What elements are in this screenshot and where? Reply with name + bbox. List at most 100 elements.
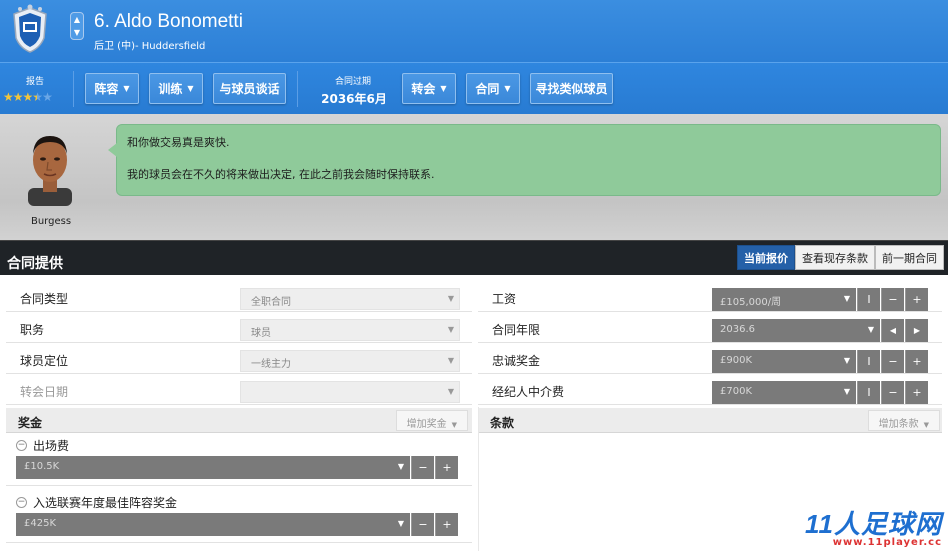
agent-fee-decrease-button[interactable]: −	[881, 381, 904, 404]
transfer-date-select[interactable]: ▼	[240, 381, 460, 403]
player-stepper[interactable]: ▲ ▼	[70, 12, 84, 40]
contract-length-left-button[interactable]: ◀	[881, 319, 904, 342]
contract-offer-title: 合同提供	[7, 256, 63, 272]
contract-expiry-label: 合同过期	[334, 77, 371, 87]
player-toolbar: 报告 ★★★★★ 阵容 ▼ 训练 ▼ 与球员谈话 合同过期 2036年6月 转会…	[0, 62, 948, 114]
message-line-1: 和你做交易真是爽快.	[127, 136, 230, 149]
contract-length-select[interactable]: 2036.6 ▼	[712, 319, 880, 342]
agent-fee-increase-button[interactable]: +	[905, 381, 928, 404]
bonuses-header: 奖金 增加奖金 ▼	[6, 408, 472, 433]
add-clause-button[interactable]: 增加条款 ▼	[867, 410, 940, 431]
appearance-fee-select[interactable]: £10.5K ▼	[16, 456, 410, 479]
add-clause-label: 增加条款	[878, 419, 919, 430]
job-select[interactable]: 球员 ▼	[240, 319, 460, 341]
transfer-date-row: 转会日期 ▼	[6, 374, 472, 405]
agent-portrait-icon	[28, 136, 72, 206]
collapse-icon[interactable]: −	[16, 497, 27, 508]
site-watermark: 11人足球网 www.11player.cc	[805, 504, 942, 548]
agent-name: Burgess	[30, 216, 72, 227]
agent-fee-text-cursor-button[interactable]: I	[857, 381, 880, 404]
contract-length-label: 合同年限	[492, 323, 541, 337]
chevron-down-icon: ▼	[447, 294, 454, 303]
star-full-icon: ★	[12, 90, 24, 104]
loyalty-text-cursor-button[interactable]: I	[857, 350, 880, 373]
player-header: ▲ ▼ 6. Aldo Bonometti 后卫 (中)- Huddersfie…	[0, 0, 948, 62]
agent-fee-select[interactable]: £700K ▼	[712, 381, 856, 404]
contract-length-value: 2036.6	[720, 324, 755, 335]
collapse-icon[interactable]: −	[16, 440, 27, 451]
chevron-down-icon: ▼	[923, 421, 929, 429]
add-bonus-button[interactable]: 增加奖金 ▼	[395, 410, 468, 431]
chevron-down-icon: ▼	[447, 325, 454, 334]
wage-select[interactable]: £105,000/周 ▼	[712, 288, 856, 311]
squad-button[interactable]: 阵容 ▼	[85, 73, 139, 104]
training-button-label: 训练	[158, 82, 183, 96]
chevron-down-icon: ▼	[843, 356, 850, 365]
contract-button[interactable]: 合同 ▼	[466, 73, 520, 104]
talk-to-player-button[interactable]: 与球员谈话	[213, 73, 286, 104]
appearance-fee-label: 出场费	[33, 439, 70, 453]
tab-existing-terms[interactable]: 查看现存条款	[795, 245, 875, 270]
chevron-down-icon: ▼	[397, 462, 404, 471]
contract-length-row: 合同年限 2036.6 ▼ ◀ ▶	[478, 312, 942, 343]
team-of-year-increase-button[interactable]: +	[435, 513, 458, 536]
squad-status-select[interactable]: 一线主力 ▼	[240, 350, 460, 372]
add-bonus-label: 增加奖金	[406, 419, 447, 430]
star-empty-icon: ★	[42, 90, 53, 104]
clauses-title: 条款	[490, 416, 515, 430]
divider	[6, 485, 472, 486]
agent-fee-row: 经纪人中介费 £700K ▼ I − +	[478, 374, 942, 405]
find-similar-label: 寻找类似球员	[535, 82, 608, 96]
loyalty-bonus-value: £900K	[720, 355, 753, 366]
team-of-year-bonus-select[interactable]: £425K ▼	[16, 513, 410, 536]
squad-button-label: 阵容	[94, 82, 119, 96]
toolbar-divider	[297, 71, 298, 107]
find-similar-players-button[interactable]: 寻找类似球员	[530, 73, 613, 104]
agent-fee-label: 经纪人中介费	[492, 385, 565, 399]
appearance-fee-label-row: − 出场费	[16, 437, 69, 454]
training-button[interactable]: 训练 ▼	[149, 73, 203, 104]
wage-row: 工资 £105,000/周 ▼ I − +	[478, 281, 942, 312]
contract-type-row: 合同类型 全职合同 ▼	[6, 281, 472, 312]
appearance-fee-increase-button[interactable]: +	[435, 456, 458, 479]
tab-previous-contract[interactable]: 前一期合同	[875, 245, 944, 270]
transfer-date-label: 转会日期	[20, 385, 69, 399]
job-label: 职务	[20, 323, 45, 337]
wage-decrease-button[interactable]: −	[881, 288, 904, 311]
wage-value: £105,000/周	[720, 297, 782, 308]
loyalty-bonus-label: 忠诚奖金	[492, 354, 541, 368]
team-of-year-decrease-button[interactable]: −	[411, 513, 434, 536]
contract-type-label: 合同类型	[20, 292, 69, 306]
star-full-icon: ★	[22, 90, 34, 104]
chevron-down-icon: ▼	[843, 294, 850, 303]
agent-speech-bubble: 和你做交易真是爽快. 我的球员会在不久的将来做出决定, 在此之前我会随时保持联系…	[108, 124, 941, 196]
loyalty-increase-button[interactable]: +	[905, 350, 928, 373]
transfer-button[interactable]: 转会 ▼	[402, 73, 456, 104]
bonuses-title: 奖金	[18, 416, 43, 430]
tab-current-offer[interactable]: 当前报价	[737, 245, 795, 270]
chevron-down-icon: ▼	[397, 519, 404, 528]
loyalty-bonus-select[interactable]: £900K ▼	[712, 350, 856, 373]
report-label: 报告	[25, 77, 44, 87]
wage-text-cursor-button[interactable]: I	[857, 288, 880, 311]
wage-increase-button[interactable]: +	[905, 288, 928, 311]
contract-expiry-value: 2036年6月	[321, 92, 387, 106]
appearance-fee-decrease-button[interactable]: −	[411, 456, 434, 479]
transfer-button-label: 转会	[411, 82, 436, 96]
contract-length-right-button[interactable]: ▶	[905, 319, 928, 342]
club-crest-icon	[13, 4, 47, 53]
previous-player-icon[interactable]: ▲	[71, 13, 83, 26]
chevron-down-icon: ▼	[447, 387, 454, 396]
clauses-header: 条款 增加条款 ▼	[478, 408, 942, 433]
message-line-2: 我的球员会在不久的将来做出决定, 在此之前我会随时保持联系.	[127, 168, 435, 181]
appearance-fee-value: £10.5K	[24, 461, 60, 472]
loyalty-decrease-button[interactable]: −	[881, 350, 904, 373]
team-of-year-bonus-label-row: − 入选联赛年度最佳阵容奖金	[16, 494, 177, 511]
loyalty-bonus-row: 忠诚奖金 £900K ▼ I − +	[478, 343, 942, 374]
watermark-brand: 11人足球网	[805, 509, 942, 539]
contract-type-select[interactable]: 全职合同 ▼	[240, 288, 460, 310]
chevron-down-icon: ▼	[123, 84, 130, 93]
next-player-icon[interactable]: ▼	[71, 26, 83, 39]
squad-status-row: 球员定位 一线主力 ▼	[6, 343, 472, 374]
squad-status-label: 球员定位	[20, 354, 69, 368]
